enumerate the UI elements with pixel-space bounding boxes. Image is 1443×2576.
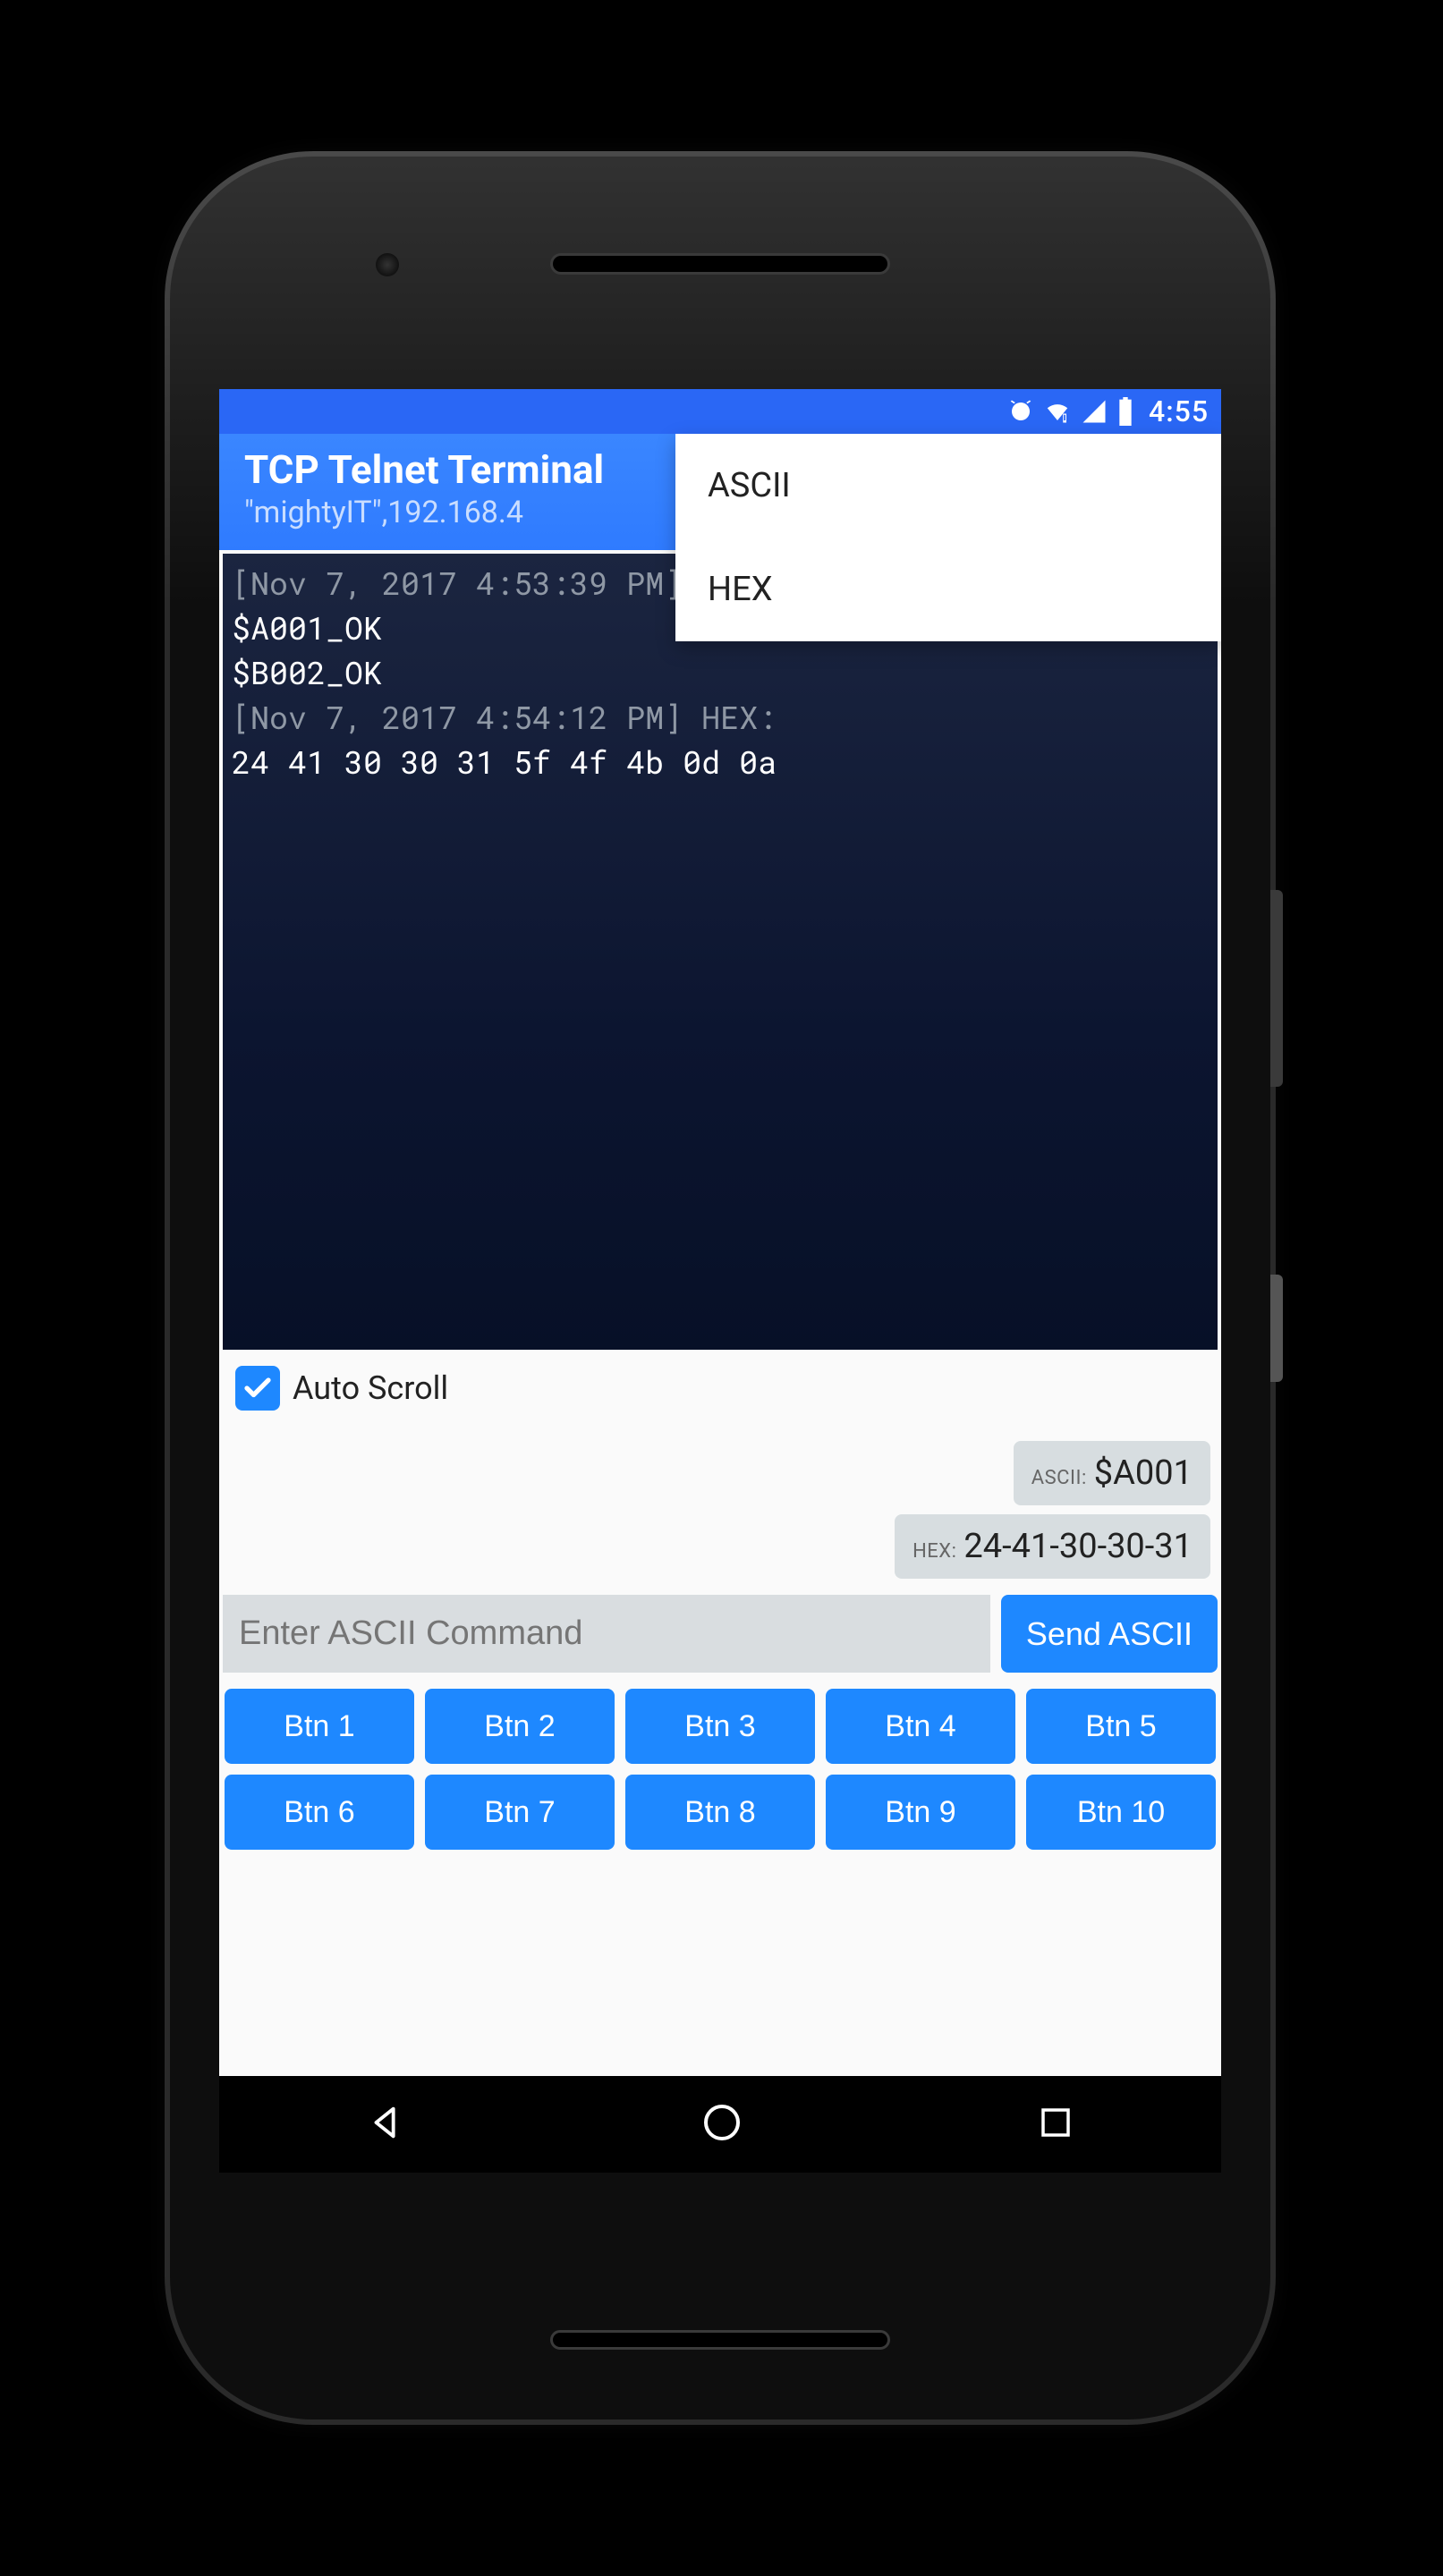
terminal-line: $B002_OK xyxy=(232,650,1209,695)
sent-type-label: HEX: xyxy=(912,1540,956,1563)
check-icon xyxy=(242,1372,274,1404)
nav-back-icon[interactable] xyxy=(366,2102,407,2147)
cell-signal-icon xyxy=(1081,398,1108,425)
battery-icon xyxy=(1116,397,1134,426)
command-input[interactable] xyxy=(223,1595,990,1673)
terminal-output[interactable]: [Nov 7, 2017 4:53:39 PM] $A001_OK $B002_… xyxy=(223,554,1218,1350)
nav-home-icon[interactable] xyxy=(700,2101,743,2148)
auto-scroll-label: Auto Scroll xyxy=(293,1369,448,1407)
device-screen: 4:55 TCP Telnet Terminal "mightyIT",192.… xyxy=(219,389,1221,2173)
quick-button-2[interactable]: Btn 2 xyxy=(425,1689,615,1764)
menu-item-hex[interactable]: HEX xyxy=(675,538,1221,641)
bottom-speaker xyxy=(550,2330,890,2350)
earpiece-speaker xyxy=(550,253,890,275)
nav-recent-icon[interactable] xyxy=(1037,2104,1074,2145)
format-dropdown-menu: ASCII HEX xyxy=(675,434,1221,641)
sent-value: $A001 xyxy=(1094,1453,1193,1493)
phone-frame: 4:55 TCP Telnet Terminal "mightyIT",192.… xyxy=(170,157,1270,2419)
status-bar: 4:55 xyxy=(219,389,1221,434)
quick-button-10[interactable]: Btn 10 xyxy=(1026,1775,1216,1850)
side-button xyxy=(1270,890,1283,1087)
side-button xyxy=(1270,1275,1283,1382)
command-input-row: Send ASCII xyxy=(219,1591,1221,1676)
quick-button-6[interactable]: Btn 6 xyxy=(225,1775,414,1850)
send-button[interactable]: Send ASCII xyxy=(1001,1595,1218,1673)
quick-button-grid: Btn 1 Btn 2 Btn 3 Btn 4 Btn 5 Btn 6 Btn … xyxy=(219,1676,1221,1862)
auto-scroll-checkbox[interactable] xyxy=(235,1366,280,1411)
menu-item-ascii[interactable]: ASCII xyxy=(675,434,1221,538)
android-nav-bar xyxy=(219,2076,1221,2173)
sent-bubble-ascii[interactable]: ASCII: $A001 xyxy=(1014,1441,1210,1505)
sent-messages: ASCII: $A001 HEX: 24-41-30-30-31 xyxy=(219,1419,1221,1591)
quick-button-7[interactable]: Btn 7 xyxy=(425,1775,615,1850)
quick-button-3[interactable]: Btn 3 xyxy=(625,1689,815,1764)
terminal-line: [Nov 7, 2017 4:54:12 PM] HEX: xyxy=(232,695,1209,740)
front-camera xyxy=(376,253,399,276)
terminal-line: 24 41 30 30 31 5f 4f 4b 0d 0a xyxy=(232,740,1209,784)
quick-button-9[interactable]: Btn 9 xyxy=(826,1775,1015,1850)
quick-button-5[interactable]: Btn 5 xyxy=(1026,1689,1216,1764)
quick-button-4[interactable]: Btn 4 xyxy=(826,1689,1015,1764)
quick-button-8[interactable]: Btn 8 xyxy=(625,1775,815,1850)
auto-scroll-row: Auto Scroll xyxy=(219,1353,1221,1419)
sent-type-label: ASCII: xyxy=(1031,1467,1087,1489)
alarm-icon xyxy=(1007,398,1034,425)
wifi-icon xyxy=(1043,398,1072,425)
status-time: 4:55 xyxy=(1149,394,1209,428)
sent-bubble-hex[interactable]: HEX: 24-41-30-30-31 xyxy=(895,1514,1210,1579)
quick-button-1[interactable]: Btn 1 xyxy=(225,1689,414,1764)
sent-value: 24-41-30-30-31 xyxy=(963,1527,1193,1566)
